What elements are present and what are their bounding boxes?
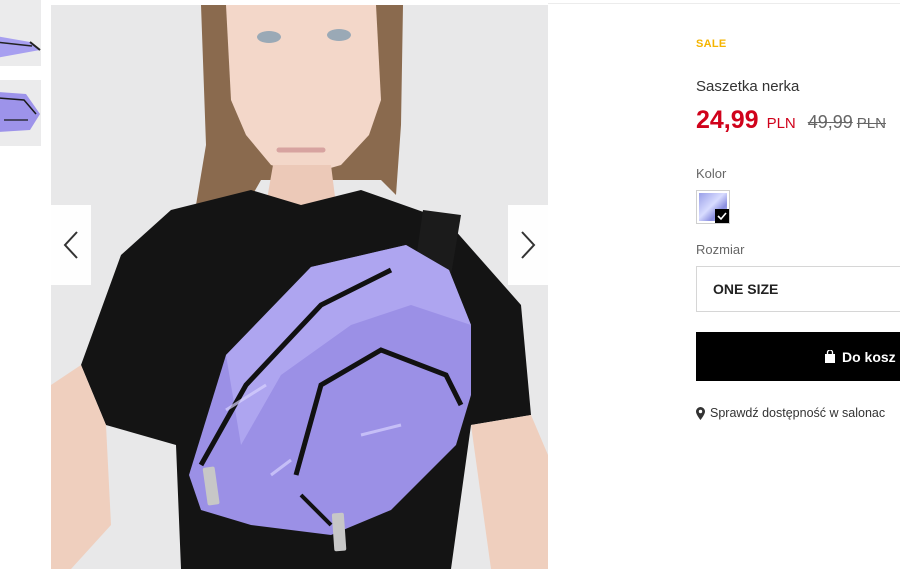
- product-thumbnail[interactable]: [0, 80, 41, 146]
- chevron-left-icon: [63, 231, 78, 259]
- color-swatch-image: [699, 193, 729, 223]
- chevron-right-icon: [521, 231, 536, 259]
- gallery-prev-button[interactable]: [51, 205, 91, 285]
- size-label: Rozmiar: [696, 242, 745, 257]
- product-info-panel: SALE Saszetka nerka 24,99 PLN 49,99 PLN …: [696, 0, 900, 569]
- sale-badge: SALE: [696, 38, 727, 50]
- price-row: 24,99 PLN 49,99 PLN: [696, 106, 886, 135]
- store-availability-link[interactable]: Sprawdź dostępność w salonac: [696, 406, 885, 420]
- size-select[interactable]: ONE SIZE: [696, 266, 900, 312]
- add-to-cart-label: Do kosz: [842, 348, 896, 365]
- thumbnail-image: [0, 80, 41, 146]
- location-pin-icon: [696, 406, 705, 420]
- thumbnail-image: [0, 0, 41, 66]
- add-to-cart-button[interactable]: Do kosz: [696, 332, 900, 381]
- shopping-bag-icon: [825, 350, 835, 363]
- color-label: Kolor: [696, 166, 727, 181]
- gallery-next-button[interactable]: [508, 205, 548, 285]
- old-price: 49,99: [807, 112, 853, 132]
- current-price-currency: PLN: [766, 115, 796, 132]
- current-price: 24,99: [696, 106, 759, 134]
- product-title: Saszetka nerka: [696, 78, 800, 95]
- product-photo: [51, 5, 548, 569]
- product-main-image: [51, 5, 548, 569]
- store-availability-label: Sprawdź dostępność w salonac: [710, 406, 886, 420]
- product-thumbnail[interactable]: [0, 0, 41, 66]
- size-select-value: ONE SIZE: [713, 281, 779, 297]
- checkmark-icon: [715, 209, 729, 223]
- color-swatch-selected[interactable]: [696, 190, 730, 224]
- old-price-currency: PLN: [856, 115, 886, 132]
